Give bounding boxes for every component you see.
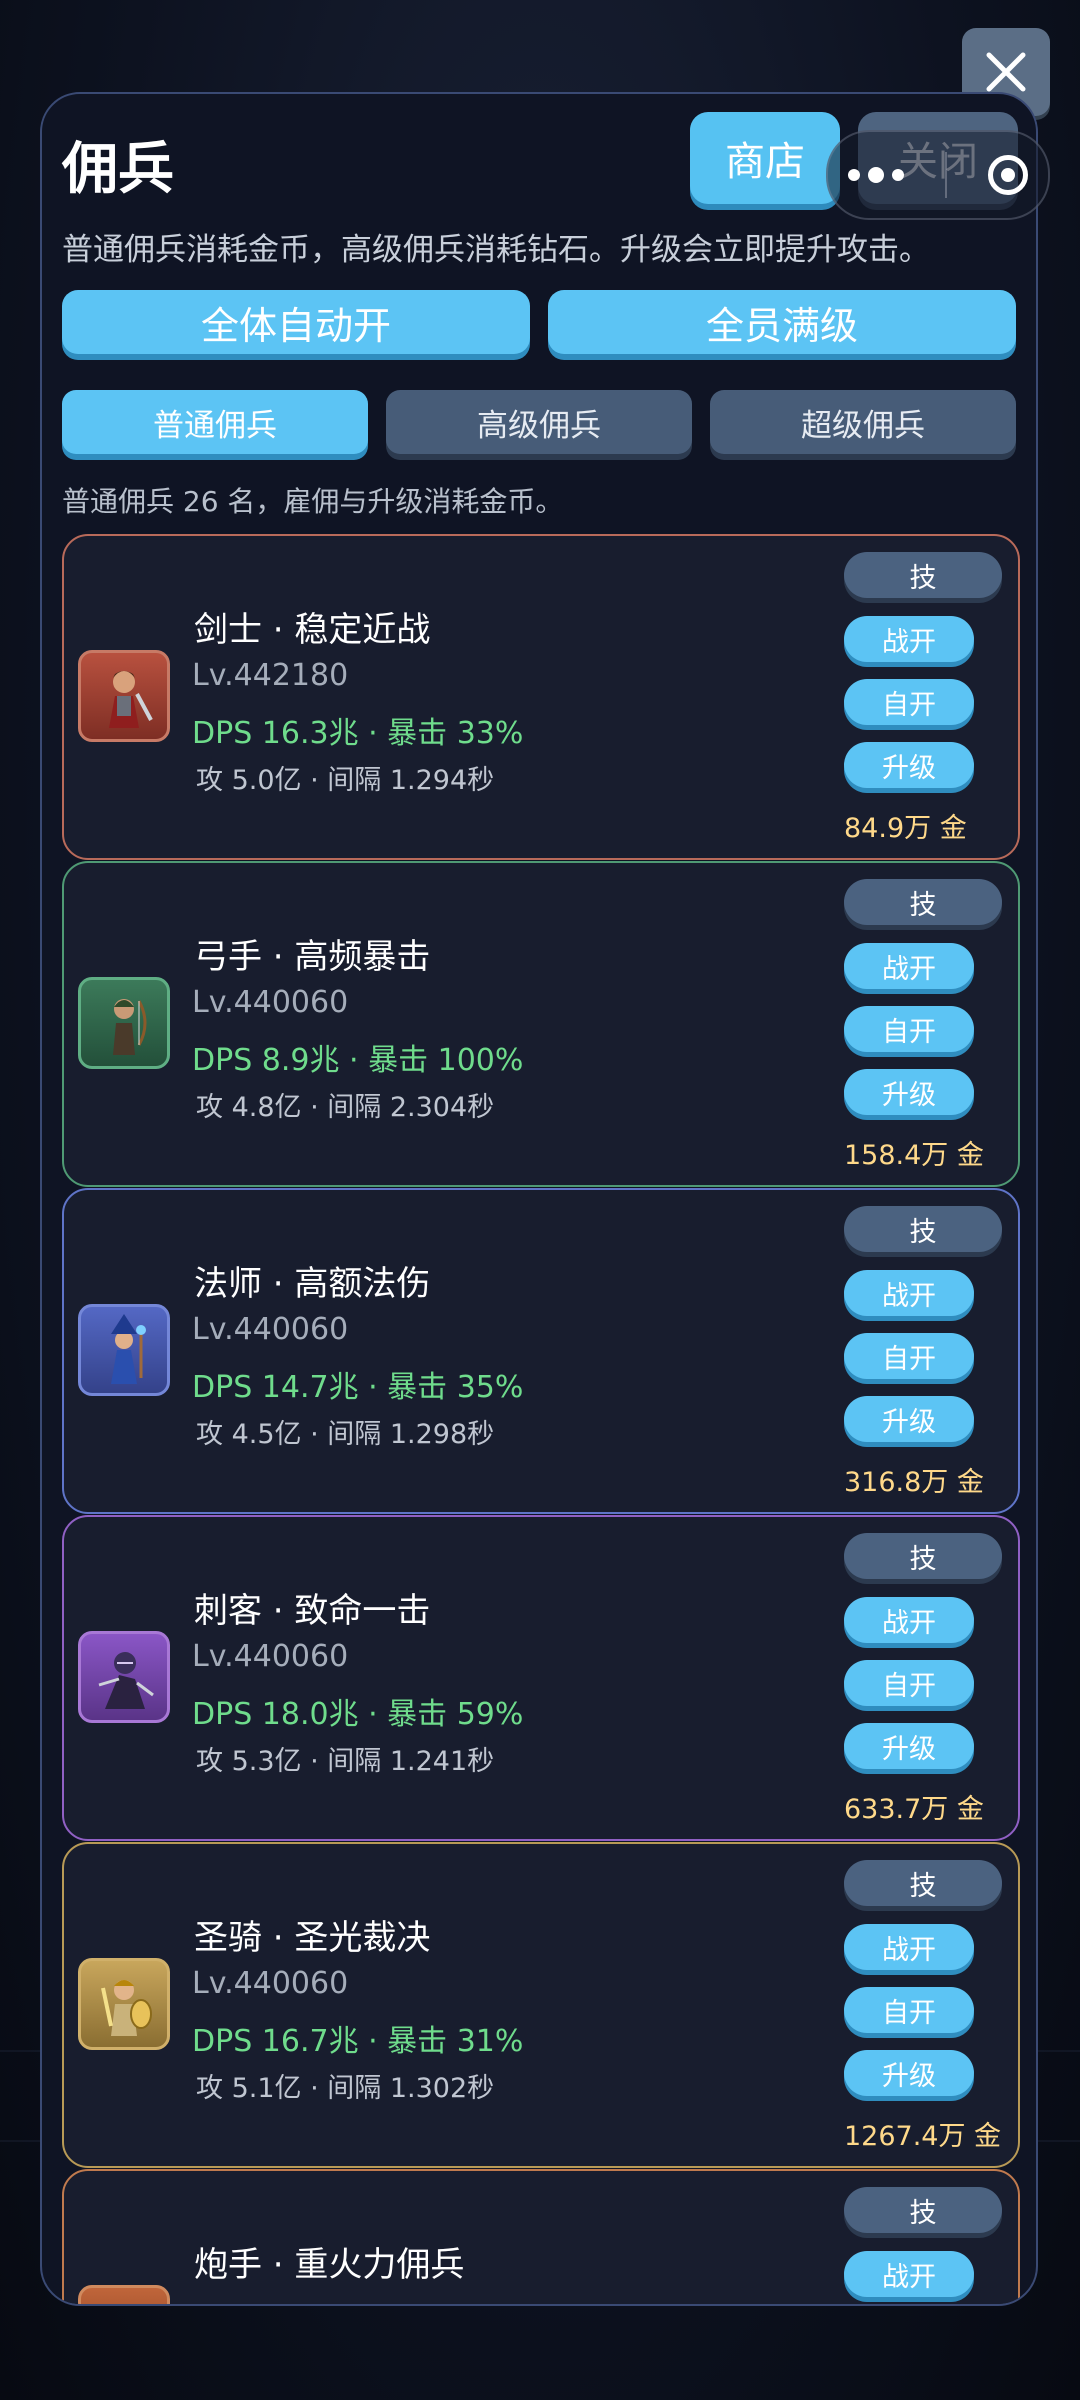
gunner-icon (89, 2293, 159, 2306)
unit-attack: 攻 4.5亿 · 间隔 1.298秒 (196, 1419, 495, 1450)
unit-level: Lv.440060 (192, 1312, 349, 1347)
unit-attack: 攻 5.0亿 · 间隔 1.294秒 (196, 765, 495, 796)
battle-toggle-button[interactable]: 战开 (844, 2251, 974, 2297)
upgrade-cost: 633.7万 金 (844, 1794, 984, 1825)
mage-avatar (78, 1304, 170, 1396)
skill-button[interactable]: 技 (844, 2187, 1002, 2233)
unit-attack: 攻 5.3亿 · 间隔 1.241秒 (196, 1746, 495, 1777)
mercenary-card-archer: 弓手 · 高频暴击 Lv.440060 DPS 8.9兆 · 暴击 100% 攻… (62, 861, 1020, 1187)
panel-description: 普通佣兵消耗金币，高级佣兵消耗钻石。升级会立即提升攻击。 (62, 232, 930, 268)
upgrade-button[interactable]: 升级 (844, 1723, 974, 1769)
unit-name: 弓手 · 高频暴击 (194, 937, 431, 977)
close-x-icon (986, 52, 1026, 92)
count-note: 普通佣兵 26 名，雇佣与升级消耗金币。 (62, 485, 564, 518)
gunner-avatar (78, 2285, 170, 2306)
assassin-icon (98, 1652, 154, 1709)
unit-level: Lv.440060 (192, 1966, 349, 2001)
unit-dps: DPS 16.3兆 · 暴击 33% (192, 716, 524, 751)
target-circle-icon[interactable] (987, 155, 1028, 195)
skill-button[interactable]: 技 (844, 1860, 1002, 1906)
upgrade-button[interactable]: 升级 (844, 742, 974, 788)
unit-name: 刺客 · 致命一击 (194, 1591, 431, 1631)
battle-toggle-button[interactable]: 战开 (844, 943, 974, 989)
unit-level: Lv.442180 (192, 658, 349, 693)
unit-level: Lv.440060 (192, 1639, 349, 1674)
tab-normal[interactable]: 普通佣兵 (62, 390, 368, 454)
swordsman-avatar (78, 650, 170, 742)
battle-toggle-button[interactable]: 战开 (844, 1270, 974, 1316)
upgrade-button[interactable]: 升级 (844, 1069, 974, 1115)
upgrade-cost: 316.8万 金 (844, 1467, 984, 1498)
auto-all-button[interactable]: 全体自动开 (62, 290, 530, 354)
upgrade-cost: 1267.4万 金 (844, 2121, 1002, 2152)
unit-name: 圣骑 · 圣光裁决 (194, 1918, 431, 1958)
unit-dps: DPS 18.0兆 · 暴击 59% (192, 1697, 524, 1732)
unit-dps: DPS 14.7兆 · 暴击 35% (192, 1370, 524, 1405)
skill-button[interactable]: 技 (844, 879, 1002, 925)
capsule-divider (944, 152, 947, 198)
unit-attack: 攻 5.1亿 · 间隔 1.302秒 (196, 2073, 495, 2104)
unit-dps: DPS 8.9兆 · 暴击 100% (192, 1043, 524, 1078)
archer-avatar (78, 977, 170, 1069)
more-dots-icon[interactable] (848, 167, 905, 183)
battle-toggle-button[interactable]: 战开 (844, 1597, 974, 1643)
upgrade-button[interactable]: 升级 (844, 1396, 974, 1442)
unit-attack: 攻 4.8亿 · 间隔 2.304秒 (196, 1092, 495, 1123)
battle-toggle-button[interactable]: 战开 (844, 1924, 974, 1970)
auto-toggle-button[interactable]: 自开 (844, 679, 974, 725)
battle-toggle-button[interactable]: 战开 (844, 616, 974, 662)
upgrade-cost: 158.4万 金 (844, 1140, 984, 1171)
page-title: 佣兵 (62, 137, 174, 202)
skill-button[interactable]: 技 (844, 1206, 1002, 1252)
unit-name: 法师 · 高额法伤 (194, 1264, 431, 1304)
unit-name: 剑士 · 稳定近战 (194, 610, 431, 650)
mercenary-card-mage: 法师 · 高额法伤 Lv.440060 DPS 14.7兆 · 暴击 35% 攻… (62, 1188, 1020, 1514)
mercenary-card-swordsman: 剑士 · 稳定近战 Lv.442180 DPS 16.3兆 · 暴击 33% 攻… (62, 534, 1020, 860)
mercenary-panel: 佣兵 商店 关闭 普通佣兵消耗金币，高级佣兵消耗钻石。升级会立即提升攻击。 全体… (40, 92, 1038, 2306)
swordsman-icon (109, 671, 153, 728)
assassin-avatar (78, 1631, 170, 1723)
unit-dps: DPS 16.7兆 · 暴击 31% (192, 2024, 524, 2059)
auto-toggle-button[interactable]: 自开 (844, 1660, 974, 1706)
paladin-avatar (78, 1958, 170, 2050)
skill-button[interactable]: 技 (844, 1533, 1002, 1579)
skill-button[interactable]: 技 (844, 552, 1002, 598)
shop-button[interactable]: 商店 (690, 112, 840, 204)
max-all-button[interactable]: 全员满级 (548, 290, 1016, 354)
upgrade-button[interactable]: 升级 (844, 2050, 974, 2096)
tab-super[interactable]: 超级佣兵 (710, 390, 1016, 454)
mercenary-card-gunner: 炮手 · 重火力佣兵 技 战开 (62, 2169, 1020, 2306)
mage-icon (111, 1314, 146, 1384)
auto-toggle-button[interactable]: 自开 (844, 1333, 974, 1379)
paladin-icon (101, 1980, 152, 2036)
mercenary-card-paladin: 圣骑 · 圣光裁决 Lv.440060 DPS 16.7兆 · 暴击 31% 攻… (62, 1842, 1020, 2168)
archer-icon (113, 999, 147, 1055)
upgrade-cost: 84.9万 金 (844, 813, 967, 844)
unit-name: 炮手 · 重火力佣兵 (194, 2245, 465, 2285)
miniprogram-capsule (826, 130, 1050, 220)
mercenary-card-assassin: 刺客 · 致命一击 Lv.440060 DPS 18.0兆 · 暴击 59% 攻… (62, 1515, 1020, 1841)
auto-toggle-button[interactable]: 自开 (844, 1987, 974, 2033)
unit-level: Lv.440060 (192, 985, 349, 1020)
tab-advanced[interactable]: 高级佣兵 (386, 390, 692, 454)
auto-toggle-button[interactable]: 自开 (844, 1006, 974, 1052)
